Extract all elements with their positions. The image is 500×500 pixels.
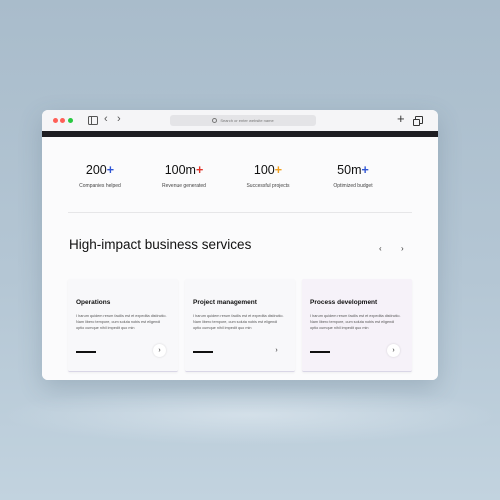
card-accent-bar	[310, 351, 330, 353]
stat-budget: 50m+ Optimized budget	[313, 163, 393, 189]
sidebar-toggle-icon[interactable]	[88, 116, 98, 125]
stat-suffix: +	[195, 163, 204, 177]
service-card-project-management[interactable]: Project management I harum quidem rerum …	[185, 279, 295, 372]
card-title: Operations	[76, 299, 111, 306]
stat-label: Companies helped	[79, 183, 121, 189]
forward-button[interactable]: ›	[117, 114, 121, 125]
stat-companies: 200+ Companies helped	[60, 163, 140, 189]
carousel-next-button[interactable]: ›	[401, 244, 404, 253]
card-description: I harum quidem rerum facilis est et expe…	[76, 314, 167, 330]
tab-overview-icon[interactable]	[413, 116, 423, 126]
stat-revenue: 100m+ Revenue generated	[144, 163, 224, 189]
page-content: 200+ Companies helped 100m+ Revenue gene…	[42, 137, 438, 380]
stat-label: Optimized budget	[333, 183, 373, 189]
stat-suffix: +	[274, 163, 283, 177]
card-arrow-button[interactable]: ›	[387, 344, 400, 357]
card-description: I harum quidem rerum facilis est et expe…	[310, 314, 401, 330]
stat-projects: 100+ Successful projects	[228, 163, 308, 189]
address-bar[interactable]: Search or enter website name	[170, 115, 316, 126]
card-arrow-button[interactable]: ›	[270, 344, 283, 357]
card-accent-bar	[76, 351, 96, 353]
section-title: High-impact business services	[69, 237, 252, 252]
stat-label: Successful projects	[246, 183, 290, 189]
stat-value: 100+	[253, 163, 283, 177]
new-tab-button[interactable]: +	[397, 112, 405, 126]
address-placeholder: Search or enter website name	[220, 118, 274, 123]
minimize-window-button[interactable]	[60, 118, 65, 123]
section-divider	[68, 212, 412, 213]
stat-suffix: +	[361, 163, 369, 177]
back-button[interactable]: ‹	[104, 114, 108, 125]
service-card-process-development[interactable]: Process development I harum quidem rerum…	[302, 279, 412, 372]
search-icon	[212, 118, 218, 123]
floor-reflection	[0, 385, 500, 445]
card-description: I harum quidem rerum facilis est et expe…	[193, 314, 284, 330]
stat-suffix: +	[106, 163, 115, 177]
stat-value: 50m+	[337, 163, 369, 177]
maximize-window-button[interactable]	[68, 118, 73, 123]
service-card-operations[interactable]: Operations I harum quidem rerum facilis …	[68, 279, 178, 372]
stat-value: 100m+	[164, 163, 204, 177]
card-accent-bar	[193, 351, 213, 353]
card-arrow-button[interactable]: ›	[153, 344, 166, 357]
card-title: Project management	[193, 299, 257, 306]
stat-value: 200+	[85, 163, 115, 177]
title-bar: ‹ › Search or enter website name +	[42, 110, 438, 131]
browser-window: ‹ › Search or enter website name + 200+ …	[42, 110, 438, 380]
stat-label: Revenue generated	[162, 183, 206, 189]
close-window-button[interactable]	[53, 118, 58, 123]
card-title: Process development	[310, 299, 378, 306]
carousel-prev-button[interactable]: ‹	[379, 244, 382, 253]
